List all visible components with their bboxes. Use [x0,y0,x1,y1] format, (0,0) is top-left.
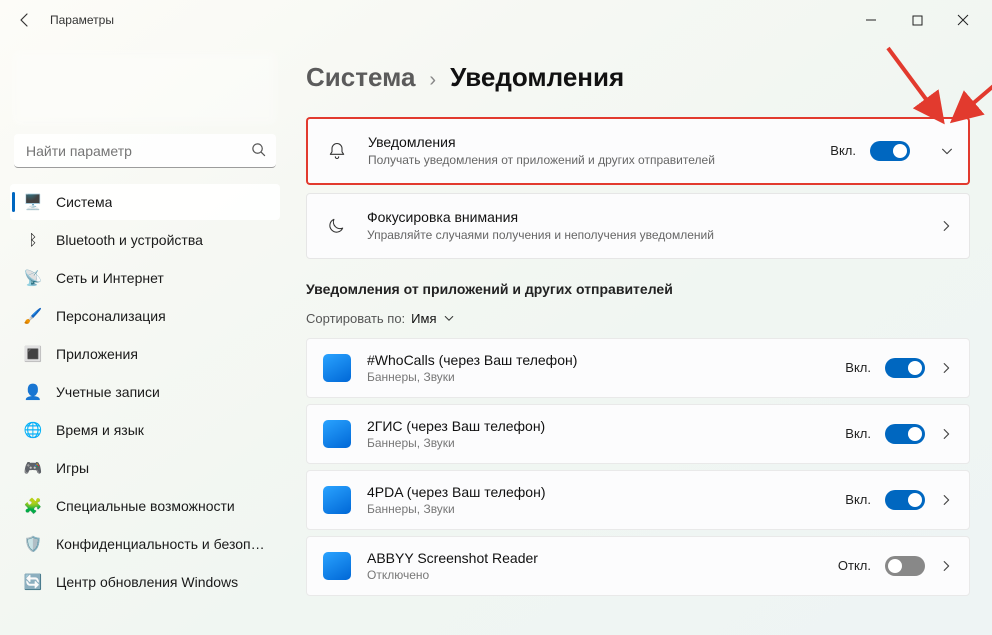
app-subtitle: Баннеры, Звуки [367,370,829,384]
nav-label: Время и язык [56,422,144,438]
sidebar-item-10[interactable]: 🔄 Центр обновления Windows [10,564,280,600]
app-row[interactable]: ABBYY Screenshot Reader Отключено Откл. [306,536,970,596]
app-icon [323,420,351,448]
window-title: Параметры [50,13,114,27]
app-title: 4PDA (через Ваш телефон) [367,484,829,500]
chevron-right-icon [939,493,953,507]
app-toggle[interactable] [885,424,925,444]
app-icon [323,354,351,382]
sidebar-item-0[interactable]: 🖥️ Система [10,184,280,220]
notifications-card[interactable]: Уведомления Получать уведомления от прил… [306,117,926,185]
nav-icon: 🎮 [24,459,42,477]
chevron-right-icon [939,559,953,573]
app-icon [323,552,351,580]
search-input[interactable] [14,134,276,168]
sidebar: 🖥️ Система ᛒ Bluetooth и устройства 📡 Сеть и … [0,40,290,635]
app-toggle[interactable] [885,556,925,576]
app-title: 2ГИС (через Ваш телефон) [367,418,829,434]
sidebar-item-9[interactable]: 🛡️ Конфиденциальность и безопасность [10,526,280,562]
notifications-expand-button[interactable] [926,117,970,185]
notifications-toggle[interactable] [870,141,910,161]
nav-label: Игры [56,460,89,476]
moon-icon [323,216,349,236]
sort-label: Сортировать по: [306,311,405,326]
toggle-state-label: Вкл. [845,492,871,507]
page-title: Уведомления [450,62,624,93]
close-button[interactable] [940,5,986,35]
toggle-state-label: Вкл. [830,143,856,158]
search-icon [251,142,266,160]
nav-icon: 📡 [24,269,42,287]
sidebar-item-2[interactable]: 📡 Сеть и Интернет [10,260,280,296]
card-subtitle: Получать уведомления от приложений и дру… [368,153,812,169]
nav-label: Система [56,194,112,210]
nav-label: Конфиденциальность и безопасность [56,536,270,552]
card-title: Уведомления [368,133,812,151]
toggle-state-label: Откл. [838,558,871,573]
card-title: Фокусировка внимания [367,208,921,226]
sidebar-item-1[interactable]: ᛒ Bluetooth и устройства [10,222,280,258]
minimize-button[interactable] [848,5,894,35]
app-row[interactable]: 2ГИС (через Ваш телефон) Баннеры, Звуки Вк… [306,404,970,464]
chevron-right-icon [939,361,953,375]
app-row[interactable]: #WhoCalls (через Ваш телефон) Баннеры, Зв… [306,338,970,398]
app-subtitle: Баннеры, Звуки [367,502,829,516]
nav-label: Персонализация [56,308,166,324]
nav-icon: 🔳 [24,345,42,363]
app-subtitle: Баннеры, Звуки [367,436,829,450]
sort-value: Имя [411,311,436,326]
nav-icon: 🔄 [24,573,42,591]
nav-icon: 🌐 [24,421,42,439]
nav-label: Сеть и Интернет [56,270,164,286]
nav-icon: 🛡️ [24,535,42,553]
app-list: #WhoCalls (через Ваш телефон) Баннеры, Зв… [306,338,970,596]
maximize-button[interactable] [894,5,940,35]
toggle-state-label: Вкл. [845,360,871,375]
nav-icon: ᛒ [24,231,42,249]
app-row[interactable]: 4PDA (через Ваш телефон) Баннеры, Звуки Вк… [306,470,970,530]
nav-icon: 👤 [24,383,42,401]
settings-window: Параметры 🖥️ Система ᛒ Bluetooth и устройст… [0,0,992,635]
app-icon [323,486,351,514]
chevron-down-icon [443,312,455,324]
notifications-row: Уведомления Получать уведомления от прил… [306,117,970,185]
nav-label: Центр обновления Windows [56,574,238,590]
breadcrumb: Система › Уведомления [306,62,970,93]
chevron-right-icon [939,427,953,441]
breadcrumb-parent[interactable]: Система [306,62,415,93]
toggle-state-label: Вкл. [845,426,871,441]
app-title: ABBYY Screenshot Reader [367,550,822,566]
bell-icon [324,141,350,161]
nav-label: Bluetooth и устройства [56,232,203,248]
back-button[interactable] [10,5,40,35]
search-wrap [14,134,276,168]
app-subtitle: Отключено [367,568,822,582]
nav-label: Приложения [56,346,138,362]
sidebar-item-6[interactable]: 🌐 Время и язык [10,412,280,448]
sidebar-item-3[interactable]: 🖌️ Персонализация [10,298,280,334]
sidebar-item-5[interactable]: 👤 Учетные записи [10,374,280,410]
sort-row[interactable]: Сортировать по: Имя [306,311,970,326]
sidebar-item-8[interactable]: 🧩 Специальные возможности [10,488,280,524]
titlebar: Параметры [0,0,992,40]
chevron-right-icon [939,219,953,233]
sidebar-item-7[interactable]: 🎮 Игры [10,450,280,486]
nav-icon: 🖥️ [24,193,42,211]
app-title: #WhoCalls (через Ваш телефон) [367,352,829,368]
nav-label: Учетные записи [56,384,160,400]
app-toggle[interactable] [885,358,925,378]
sidebar-item-4[interactable]: 🔳 Приложения [10,336,280,372]
app-toggle[interactable] [885,490,925,510]
chevron-down-icon [940,144,954,158]
section-title: Уведомления от приложений и других отпра… [306,281,970,297]
nav: 🖥️ Система ᛒ Bluetooth и устройства 📡 Сеть и … [6,184,284,600]
profile-block [14,52,276,124]
card-subtitle: Управляйте случаями получения и неполуче… [367,228,921,244]
nav-icon: 🖌️ [24,307,42,325]
nav-label: Специальные возможности [56,498,235,514]
focus-assist-card[interactable]: Фокусировка внимания Управляйте случаями… [306,193,970,259]
content: Система › Уведомления Уведомления Получа… [290,40,992,635]
nav-icon: 🧩 [24,497,42,515]
breadcrumb-sep-icon: › [429,69,436,92]
